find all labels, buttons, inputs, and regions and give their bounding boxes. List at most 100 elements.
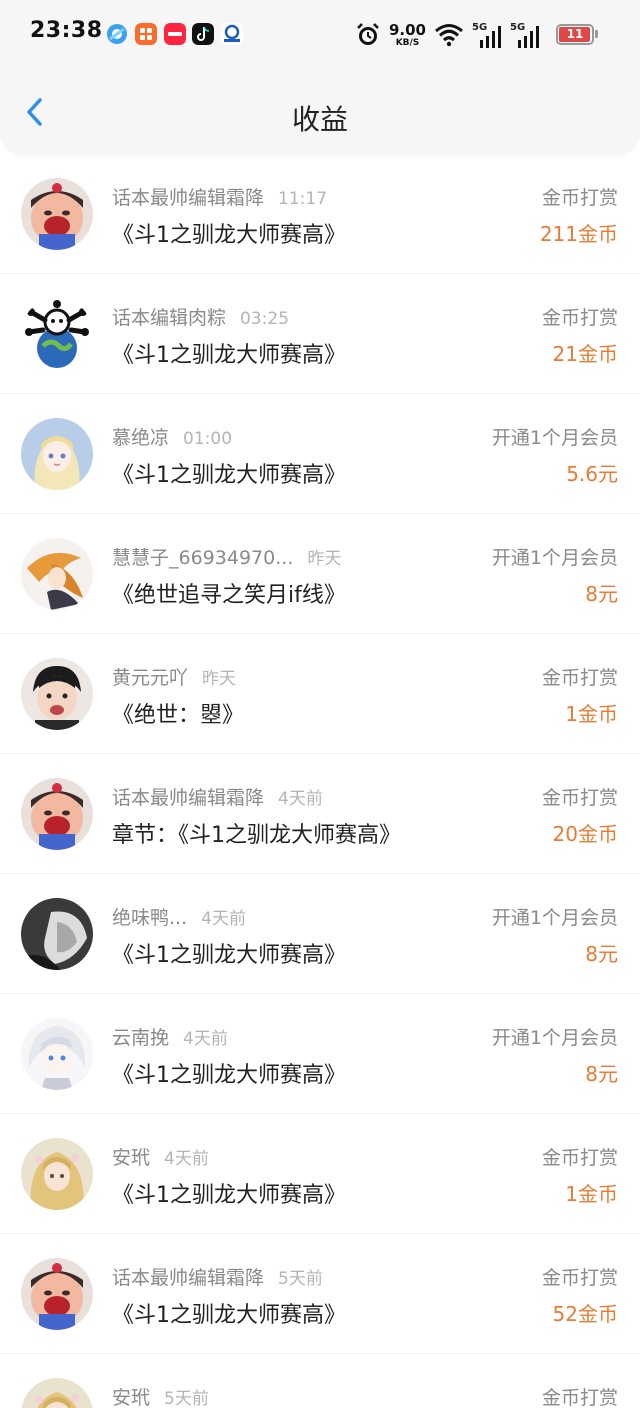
user-name[interactable]: 话本最帅编辑霜降 bbox=[112, 1267, 264, 1289]
earning-amount: 211金币 bbox=[539, 222, 618, 246]
battery-indicator: 11 bbox=[556, 24, 594, 45]
anime-girl-avatar-icon[interactable] bbox=[21, 418, 93, 490]
user-name[interactable]: 安玳 bbox=[112, 1387, 150, 1408]
status-bar: 23:38 9.00 KB/S 5G 5G 11 bbox=[0, 0, 640, 70]
cartoon-avatar-icon[interactable] bbox=[21, 778, 93, 850]
network-speed-unit: KB/S bbox=[395, 37, 420, 48]
xiaohongshu-alt-icon bbox=[135, 23, 157, 45]
wifi-icon bbox=[435, 24, 463, 47]
record-time: 11:17 bbox=[278, 189, 328, 209]
record-meta: 话本编辑肉粽 03:25 bbox=[112, 303, 289, 330]
user-name[interactable]: 慕绝凉 bbox=[112, 427, 169, 449]
browser-icon bbox=[107, 24, 127, 44]
work-title: 章节：《斗1之驯龙大师赛高》 bbox=[112, 823, 401, 848]
tiktok-icon bbox=[192, 23, 214, 45]
signal-strength-1: 5G bbox=[472, 22, 502, 48]
earnings-list: 话本最帅编辑霜降 11:17 《斗1之驯龙大师赛高》 金币打赏 211金币 话本编辑肉粽… bbox=[0, 154, 640, 1408]
globe-avatar-icon[interactable] bbox=[21, 298, 93, 370]
status-time: 23:38 bbox=[30, 18, 103, 43]
record-time: 01:00 bbox=[183, 429, 233, 449]
work-title: 《斗1之驯龙大师赛高》 bbox=[112, 1063, 346, 1088]
user-name[interactable]: 绝味鸭... bbox=[112, 907, 187, 929]
page-title: 收益 bbox=[291, 103, 348, 136]
earning-type: 金币打赏 bbox=[541, 667, 618, 689]
earning-type: 开通1个月会员 bbox=[491, 547, 618, 569]
user-name[interactable]: 黄元元吖 bbox=[112, 667, 188, 689]
earning-amount: 8元 bbox=[585, 1062, 618, 1086]
record-time: 4天前 bbox=[201, 909, 246, 929]
list-item[interactable]: 慕绝凉 01:00 《斗1之驯龙大师赛高》 开通1个月会员 5.6元 bbox=[0, 394, 640, 514]
earning-type: 开通1个月会员 bbox=[491, 907, 618, 929]
list-item[interactable]: 安玳 4天前《斗1之驯龙大师赛高》 金币打赏 1金币 bbox=[0, 1114, 640, 1234]
work-title: 《绝世追寻之笑月if线》 bbox=[112, 583, 346, 608]
work-title: 《斗1之驯龙大师赛高》 bbox=[112, 463, 346, 488]
list-item[interactable]: 话本最帅编辑霜降 11:17 《斗1之驯龙大师赛高》 金币打赏 211金币 bbox=[0, 154, 640, 274]
bank-icon bbox=[221, 23, 243, 45]
earning-type: 金币打赏 bbox=[541, 1267, 618, 1289]
earning-type: 开通1个月会员 bbox=[491, 427, 618, 449]
list-item[interactable]: 云南挽 4天前 《斗1之驯龙大师赛高》 开通1个月会员 8元 bbox=[0, 994, 640, 1114]
earning-type: 金币打赏 bbox=[541, 187, 618, 209]
earning-amount: 5.6元 bbox=[566, 462, 618, 486]
record-time: 5天前 bbox=[278, 1269, 323, 1289]
record-time: 4天前 bbox=[164, 1149, 209, 1169]
cartoon-avatar-icon[interactable] bbox=[21, 178, 93, 250]
work-title: 《斗1之驯龙大师赛高》 bbox=[112, 1303, 346, 1328]
battery-level: 11 bbox=[566, 27, 584, 41]
earning-type: 金币打赏 bbox=[541, 1147, 618, 1169]
work-title: 《斗1之驯龙大师赛高》 bbox=[112, 943, 346, 968]
photo-avatar-icon[interactable] bbox=[21, 658, 93, 730]
record-meta: 话本最帅编辑霜降 5天前 bbox=[112, 1263, 323, 1290]
work-title: 《绝世：曌》 bbox=[112, 703, 245, 728]
signal-bars-1-icon bbox=[480, 26, 501, 48]
alarm-icon bbox=[357, 23, 379, 45]
record-meta: 绝味鸭... 4天前 bbox=[112, 903, 246, 930]
record-meta: 安玳 5天前 bbox=[112, 1383, 209, 1408]
user-name[interactable]: 云南挽 bbox=[112, 1027, 169, 1049]
earning-type: 金币打赏 bbox=[541, 1387, 618, 1408]
earning-type: 金币打赏 bbox=[541, 787, 618, 809]
record-meta: 安玳 4天前 bbox=[112, 1143, 209, 1170]
list-item[interactable]: 黄元元吖 昨天 《绝世：曌》 金币打赏 1金币 bbox=[0, 634, 640, 754]
record-time: 昨天 bbox=[202, 669, 237, 689]
monochrome-avatar-icon[interactable] bbox=[21, 898, 93, 970]
list-item[interactable]: 话本编辑肉粽 03:25 《斗1之驯龙大师赛高》 金币打赏 21金币 bbox=[0, 274, 640, 394]
network-speed: 9.00 KB/S bbox=[389, 22, 426, 48]
user-name[interactable]: 话本最帅编辑霜降 bbox=[112, 787, 264, 809]
record-time: 4天前 bbox=[183, 1029, 228, 1049]
record-meta: 慕绝凉 01:00 bbox=[112, 423, 232, 450]
signal-strength-2: 5G bbox=[510, 22, 540, 48]
record-time: 昨天 bbox=[307, 549, 342, 569]
user-name[interactable]: 话本编辑肉粽 bbox=[112, 307, 226, 329]
user-name[interactable]: 安玳 bbox=[112, 1147, 150, 1169]
earning-amount: 8元 bbox=[585, 582, 618, 606]
record-time: 03:25 bbox=[240, 309, 290, 329]
record-meta: 慧慧子_66934970... 昨天 bbox=[112, 543, 341, 570]
user-name[interactable]: 慧慧子_66934970... bbox=[112, 547, 293, 569]
work-title: 《斗1之驯龙大师赛高》 bbox=[112, 1183, 346, 1208]
list-item[interactable]: 安玳 5天前 金币打赏 bbox=[0, 1354, 640, 1408]
orange-hair-avatar-icon[interactable] bbox=[21, 538, 93, 610]
earning-amount: 20金币 bbox=[552, 822, 618, 846]
record-meta: 云南挽 4天前 bbox=[112, 1023, 228, 1050]
signal-bars-2-icon bbox=[518, 26, 539, 48]
list-item[interactable]: 话本最帅编辑霜降 4天前章节：《斗1之驯龙大师赛高》 金币打赏 20金币 bbox=[0, 754, 640, 874]
blonde-avatar-icon[interactable] bbox=[21, 1378, 93, 1408]
blonde-avatar-icon[interactable] bbox=[21, 1138, 93, 1210]
list-item[interactable]: 话本最帅编辑霜降 5天前《斗1之驯龙大师赛高》 金币打赏 52金币 bbox=[0, 1234, 640, 1354]
record-meta: 话本最帅编辑霜降 4天前 bbox=[112, 783, 323, 810]
list-item[interactable]: 绝味鸭... 4天前《斗1之驯龙大师赛高》 开通1个月会员 8元 bbox=[0, 874, 640, 994]
earning-amount: 8元 bbox=[585, 942, 618, 966]
earning-amount: 52金币 bbox=[552, 1302, 618, 1326]
earning-amount: 1金币 bbox=[565, 1182, 618, 1206]
user-name[interactable]: 话本最帅编辑霜降 bbox=[112, 187, 264, 209]
record-meta: 黄元元吖 昨天 bbox=[112, 663, 236, 690]
record-time: 4天前 bbox=[278, 789, 323, 809]
work-title: 《斗1之驯龙大师赛高》 bbox=[112, 343, 346, 368]
list-item[interactable]: 慧慧子_66934970... 昨天《绝世追寻之笑月if线》 开通1个月会员 8元 bbox=[0, 514, 640, 634]
cartoon-avatar-icon[interactable] bbox=[21, 1258, 93, 1330]
record-meta: 话本最帅编辑霜降 11:17 bbox=[112, 183, 327, 210]
earning-amount: 21金币 bbox=[552, 342, 618, 366]
white-hair-avatar-icon[interactable] bbox=[21, 1018, 93, 1090]
page-header: 收益 bbox=[0, 70, 640, 154]
